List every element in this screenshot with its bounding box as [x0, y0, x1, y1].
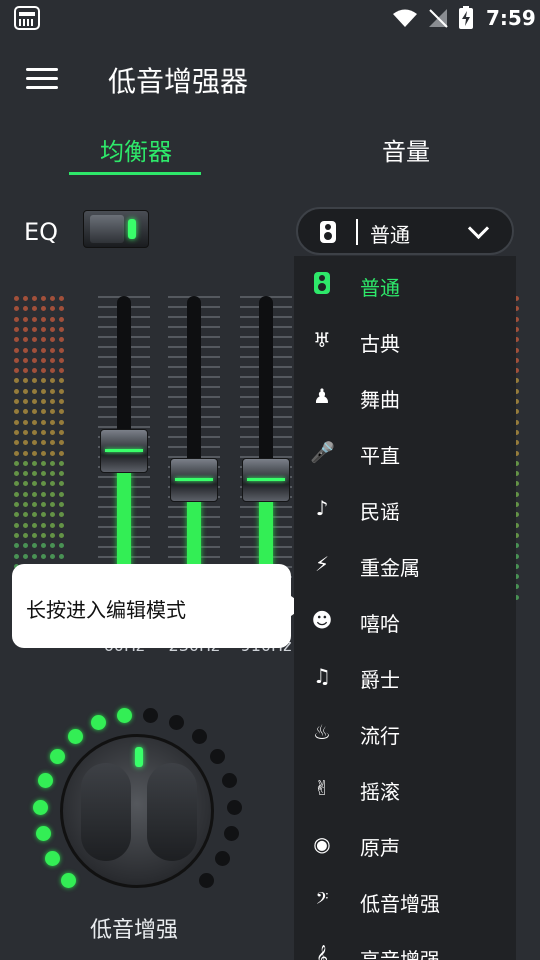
saxophone-icon: ♫	[313, 664, 331, 688]
knob-level-dot	[61, 872, 77, 888]
knob-label: 低音增强	[90, 918, 179, 943]
knob-level-dot	[90, 715, 106, 731]
preset-option[interactable]: 🎤 平直	[294, 424, 516, 480]
knob-level-dot	[210, 749, 226, 765]
knob-level-dot	[221, 773, 237, 789]
preset-option-label: 原声	[360, 836, 400, 860]
microphone-icon: 🎤	[310, 440, 335, 464]
rock-hand-icon: ✌	[313, 776, 331, 800]
preset-option-label: 高音增强	[360, 948, 440, 960]
preset-option[interactable]: 𝄞 高音增强	[294, 928, 516, 960]
preset-option-label: 嘻哈	[360, 612, 400, 636]
knob-level-dot	[49, 749, 65, 765]
preset-option[interactable]: ◉ 原声	[294, 816, 516, 872]
knob-level-dot	[68, 729, 84, 745]
preset-option-label: 舞曲	[360, 388, 400, 412]
preset-option[interactable]: 普通	[294, 256, 516, 312]
preset-option[interactable]: ✌ 摇滚	[294, 760, 516, 816]
speaker-icon	[314, 272, 330, 294]
preset-option-label: 流行	[360, 724, 400, 748]
preset-option[interactable]: 𝄢 低音增强	[294, 872, 516, 928]
knob-level-dot	[198, 872, 214, 888]
preset-option-label: 摇滚	[360, 780, 400, 804]
knob-level-dot	[33, 799, 49, 815]
preset-option[interactable]: ♅ 古典	[294, 312, 516, 368]
folk-guitar-icon: ♪	[315, 496, 329, 520]
knob-level-dot	[191, 729, 207, 745]
treble-clef-icon: 𝄞	[316, 944, 328, 960]
knob-level-dot	[226, 799, 242, 815]
preset-option-label: 重金属	[360, 556, 420, 580]
knob-indicator	[135, 747, 143, 767]
preset-option-label: 民谣	[360, 500, 400, 524]
preset-option-label: 平直	[360, 444, 400, 468]
preset-option[interactable]: ☻ 嘻哈	[294, 592, 516, 648]
preset-option-label: 爵士	[360, 668, 400, 692]
disc-icon: ◉	[313, 832, 331, 856]
knob-level-dot	[35, 826, 51, 842]
preset-option[interactable]: ♪ 民谣	[294, 480, 516, 536]
hiphop-face-icon: ☻	[311, 608, 333, 632]
knob-level-dot	[116, 707, 132, 723]
preset-option-label: 低音增强	[360, 892, 440, 916]
preset-dropdown-menu: 普通 ♅ 古典 ♟ 舞曲 🎤 平直 ♪ 民谣 ⚡ 重金属 ☻ 嘻哈 ♫ 爵士 ♨ 流行 ✌ 摇滚 ◉ 原声 𝄢 低音增强 𝄞 高…	[294, 256, 516, 960]
preset-option-label: 普通	[360, 276, 400, 300]
knob-level-dot	[143, 707, 159, 723]
knob-level-dot	[38, 773, 54, 789]
preset-option[interactable]: ♟ 舞曲	[294, 368, 516, 424]
harp-icon: ♅	[313, 328, 331, 352]
dance-icon: ♟	[313, 384, 331, 408]
preset-option[interactable]: ⚡ 重金属	[294, 536, 516, 592]
bass-clef-icon: 𝄢	[315, 888, 329, 912]
flame-icon: ♨	[313, 720, 331, 744]
knob-level-dot	[224, 826, 240, 842]
preset-option[interactable]: ♫ 爵士	[294, 648, 516, 704]
preset-option-label: 古典	[360, 332, 400, 356]
knob-level-dot	[214, 851, 230, 867]
preset-option[interactable]: ♨ 流行	[294, 704, 516, 760]
electric-guitar-icon: ⚡	[314, 552, 330, 576]
knob-level-dot	[45, 851, 61, 867]
knob-level-dot	[169, 715, 185, 731]
bass-boost-knob[interactable]	[60, 734, 214, 888]
